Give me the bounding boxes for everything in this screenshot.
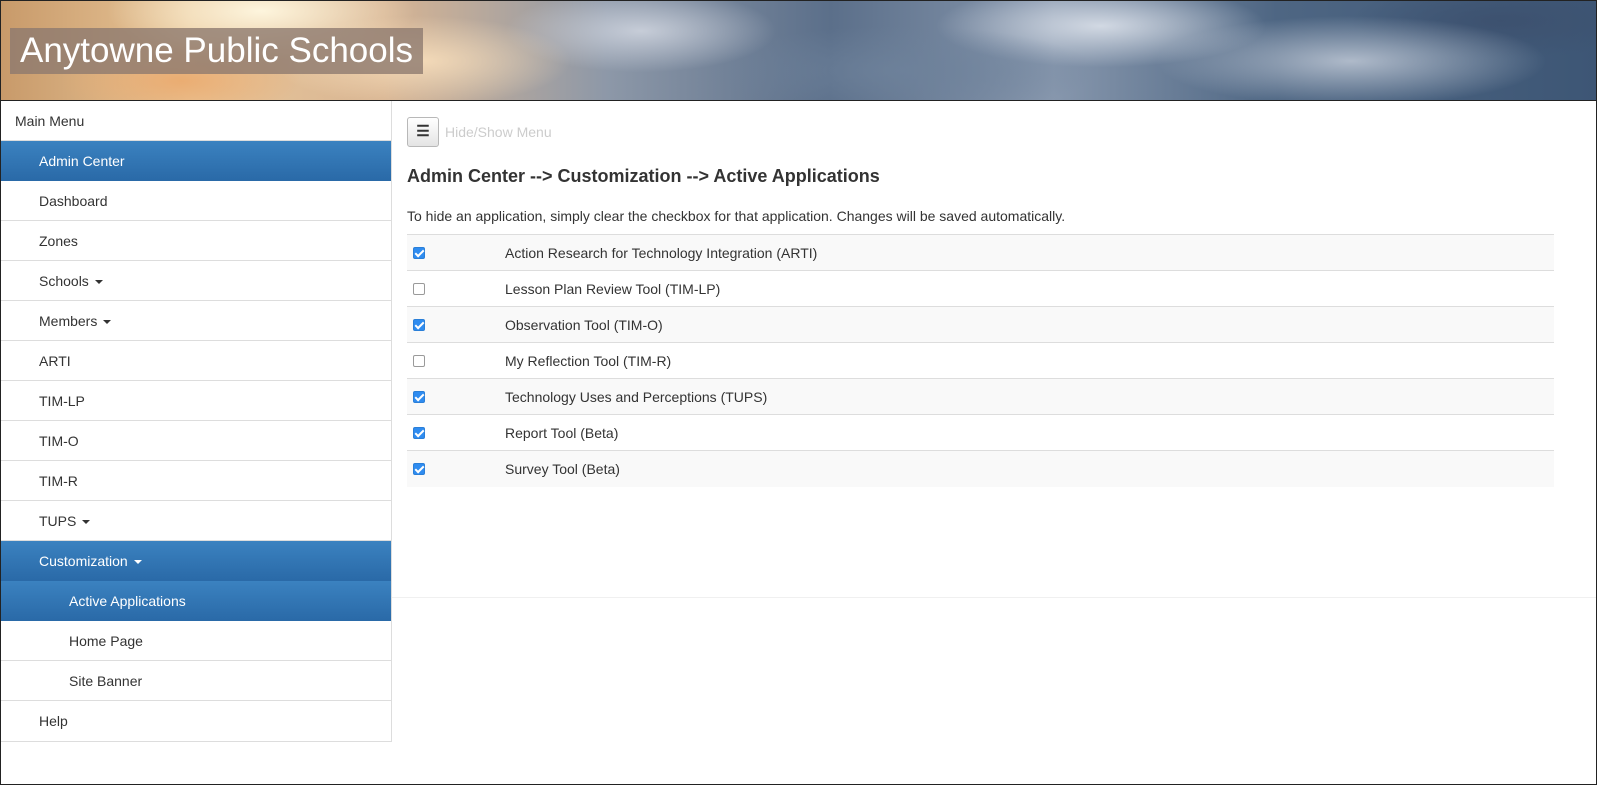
- sidebar-item-label: TUPS: [39, 513, 77, 529]
- site-title[interactable]: Anytowne Public Schools: [10, 28, 423, 74]
- caret-down-icon: [94, 280, 103, 285]
- sidebar-item-label: Customization: [39, 553, 128, 569]
- application-checkbox[interactable]: [413, 391, 425, 403]
- application-row: Survey Tool (Beta): [407, 451, 1554, 487]
- sidebar-item-schools[interactable]: Schools: [1, 261, 391, 301]
- application-checkbox[interactable]: [413, 463, 425, 475]
- application-name: Survey Tool (Beta): [505, 461, 620, 477]
- application-checkbox[interactable]: [413, 319, 425, 331]
- application-name: Lesson Plan Review Tool (TIM-LP): [505, 281, 721, 297]
- sidebar-item-home-page[interactable]: Home Page: [1, 621, 391, 661]
- application-checkbox[interactable]: [413, 355, 425, 367]
- application-name: Report Tool (Beta): [505, 425, 619, 441]
- caret-down-icon: [82, 520, 91, 525]
- sidebar-menu: Main Menu Admin Center Dashboard Zones Scho…: [1, 101, 392, 742]
- sidebar-item-tim-o[interactable]: TIM-O: [1, 421, 391, 461]
- sidebar-item-label: Schools: [39, 273, 89, 289]
- page-frame: Anytowne Public Schools Main Menu Admin …: [0, 0, 1597, 785]
- application-name: My Reflection Tool (TIM-R): [505, 353, 672, 369]
- sidebar-item-label: ARTI: [39, 353, 71, 369]
- sidebar-item-label: Site Banner: [69, 673, 143, 689]
- sidebar-item-label: Home Page: [69, 633, 143, 649]
- sidebar-item-admin-center[interactable]: Admin Center: [1, 141, 391, 181]
- sidebar-item-label: TIM-O: [39, 433, 79, 449]
- sidebar-item-tups[interactable]: TUPS: [1, 501, 391, 541]
- page-title: Admin Center --> Customization --> Activ…: [407, 166, 880, 186]
- applications-table: Action Research for Technology Integrati…: [407, 234, 1554, 487]
- sidebar-item-site-banner[interactable]: Site Banner: [1, 661, 391, 701]
- caret-down-icon: [133, 560, 142, 565]
- hide-show-menu-label[interactable]: Hide/Show Menu: [445, 124, 552, 140]
- main-content: ☰ Hide/Show Menu Admin Center --> Custom…: [392, 101, 1596, 598]
- sidebar-item-label: Help: [39, 713, 68, 729]
- sidebar-item-tim-lp[interactable]: TIM-LP: [1, 381, 391, 421]
- application-row: Observation Tool (TIM-O): [407, 307, 1554, 343]
- sidebar-item-label: Active Applications: [69, 593, 186, 609]
- instructions-text: To hide an application, simply clear the…: [407, 208, 1066, 224]
- sidebar-item-customization[interactable]: Customization: [1, 541, 391, 581]
- sidebar-item-label: TIM-R: [39, 473, 78, 489]
- sidebar-item-dashboard[interactable]: Dashboard: [1, 181, 391, 221]
- site-banner: Anytowne Public Schools: [1, 1, 1596, 101]
- application-row: Lesson Plan Review Tool (TIM-LP): [407, 271, 1554, 307]
- sidebar-item-label: Dashboard: [39, 193, 108, 209]
- application-row: Technology Uses and Perceptions (TUPS): [407, 379, 1554, 415]
- sidebar-item-members[interactable]: Members: [1, 301, 391, 341]
- application-name: Technology Uses and Perceptions (TUPS): [505, 389, 768, 405]
- application-name: Action Research for Technology Integrati…: [505, 245, 818, 261]
- application-row: Report Tool (Beta): [407, 415, 1554, 451]
- application-row: Action Research for Technology Integrati…: [407, 235, 1554, 271]
- sidebar-item-tim-r[interactable]: TIM-R: [1, 461, 391, 501]
- hamburger-icon: ☰: [416, 123, 430, 140]
- sidebar-item-arti[interactable]: ARTI: [1, 341, 391, 381]
- sidebar-item-label: Admin Center: [39, 153, 125, 169]
- application-checkbox[interactable]: [413, 247, 425, 259]
- application-row: My Reflection Tool (TIM-R): [407, 343, 1554, 379]
- caret-down-icon: [103, 320, 112, 325]
- hide-show-menu-button[interactable]: ☰: [407, 117, 439, 147]
- sidebar-item-active-applications[interactable]: Active Applications: [1, 581, 391, 621]
- sidebar-item-label: Zones: [39, 233, 78, 249]
- sidebar-item-zones[interactable]: Zones: [1, 221, 391, 261]
- application-name: Observation Tool (TIM-O): [505, 317, 663, 333]
- sidebar-header: Main Menu: [1, 101, 391, 141]
- sidebar-item-label: TIM-LP: [39, 393, 85, 409]
- application-checkbox[interactable]: [413, 427, 425, 439]
- sidebar-item-label: Members: [39, 313, 98, 329]
- application-checkbox[interactable]: [413, 283, 425, 295]
- sidebar-item-help[interactable]: Help: [1, 701, 391, 741]
